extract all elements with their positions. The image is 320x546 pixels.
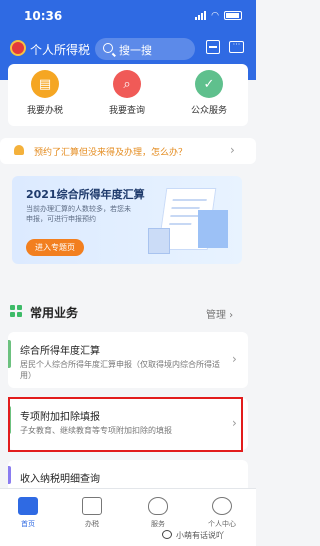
- banner-description: 当前办理汇算的人数较多，若您未申报，可进行申报预约: [26, 205, 131, 223]
- business-title: 综合所得年度汇算: [20, 346, 100, 357]
- search-placeholder: 搜一搜: [119, 44, 152, 57]
- search-icon: ⌕: [113, 70, 141, 98]
- business-title: 收入纳税明细查询: [20, 474, 100, 485]
- search-icon: [103, 43, 113, 53]
- nav-label: 办税: [85, 520, 99, 528]
- business-item-annual-settlement[interactable]: 综合所得年度汇算 居民个人综合所得年度汇算申报（仅取得境内综合所得适用） ›: [8, 332, 248, 388]
- highlight-box: [8, 397, 243, 452]
- nav-label: 首页: [21, 520, 35, 528]
- nav-service[interactable]: 服务: [132, 497, 184, 529]
- battery-icon: [224, 11, 242, 20]
- annual-settlement-banner[interactable]: 2021综合所得年度汇算 当前办理汇算的人数较多，若您未申报，可进行申报预约 进…: [12, 176, 242, 264]
- wifi-icon: ◠: [211, 10, 219, 21]
- quick-action-label: 我要办税: [26, 106, 63, 116]
- app-bar: 个人所得税 搜一搜 ···: [0, 36, 256, 64]
- nav-tax[interactable]: 办税: [66, 497, 118, 529]
- quick-action-label: 我要查询: [108, 106, 145, 116]
- app-title: 个人所得税: [30, 43, 91, 57]
- quick-action-public-service[interactable]: ✓ 公众服务: [174, 70, 244, 116]
- chevron-right-icon: ›: [232, 352, 237, 366]
- watermark-icon: [162, 530, 172, 539]
- notice-bar[interactable]: 预约了汇算但没来得及办理，怎么办？ ›: [0, 138, 256, 164]
- tax-filing-icon: ▤: [31, 70, 59, 98]
- accent-bar: [8, 466, 11, 484]
- document-illustration: [198, 210, 228, 248]
- nav-home[interactable]: 首页: [2, 497, 54, 529]
- status-icons: ◠: [195, 10, 242, 21]
- bell-icon: [14, 145, 24, 155]
- user-icon: [212, 497, 232, 515]
- document-icon: [82, 497, 102, 515]
- nav-label: 服务: [151, 520, 165, 528]
- enter-topic-button[interactable]: 进入专题页: [26, 239, 84, 256]
- business-item-income-query[interactable]: 收入纳税明细查询: [8, 460, 248, 488]
- calculator-illustration: [148, 228, 170, 254]
- manage-label: 管理: [206, 310, 226, 321]
- quick-action-query[interactable]: ⌕ 我要查询: [92, 70, 162, 116]
- status-time: 10:36: [24, 9, 63, 23]
- signal-icon: [195, 10, 207, 20]
- chevron-right-icon: ›: [230, 143, 235, 157]
- section-title: 常用业务: [30, 306, 79, 320]
- business-description: 居民个人综合所得年度汇算申报（仅取得境内综合所得适用）: [20, 360, 220, 380]
- tax-emblem-icon: [10, 40, 26, 56]
- public-service-icon: ✓: [195, 70, 223, 98]
- banner-title: 2021综合所得年度汇算: [26, 188, 145, 201]
- search-bar[interactable]: 搜一搜: [95, 38, 195, 60]
- nav-profile[interactable]: 个人中心: [196, 497, 248, 529]
- quick-actions-card: ▤ 我要办税 ⌕ 我要查询 ✓ 公众服务: [8, 64, 248, 126]
- nav-label: 个人中心: [208, 520, 236, 528]
- quick-action-file-tax[interactable]: ▤ 我要办税: [10, 70, 80, 116]
- home-icon: [18, 497, 38, 515]
- status-bar: 10:36 ◠: [0, 0, 256, 30]
- grid-icon: [10, 305, 22, 317]
- accent-bar: [8, 340, 11, 368]
- notice-text: 预约了汇算但没来得及办理，怎么办？: [34, 148, 188, 158]
- scan-icon[interactable]: [206, 40, 220, 54]
- service-icon: [148, 497, 168, 515]
- watermark-text: 小萌有话说吖: [176, 531, 224, 540]
- manage-link[interactable]: 管理 ›: [206, 306, 233, 321]
- quick-action-label: 公众服务: [190, 106, 227, 116]
- message-icon[interactable]: ···: [229, 41, 244, 53]
